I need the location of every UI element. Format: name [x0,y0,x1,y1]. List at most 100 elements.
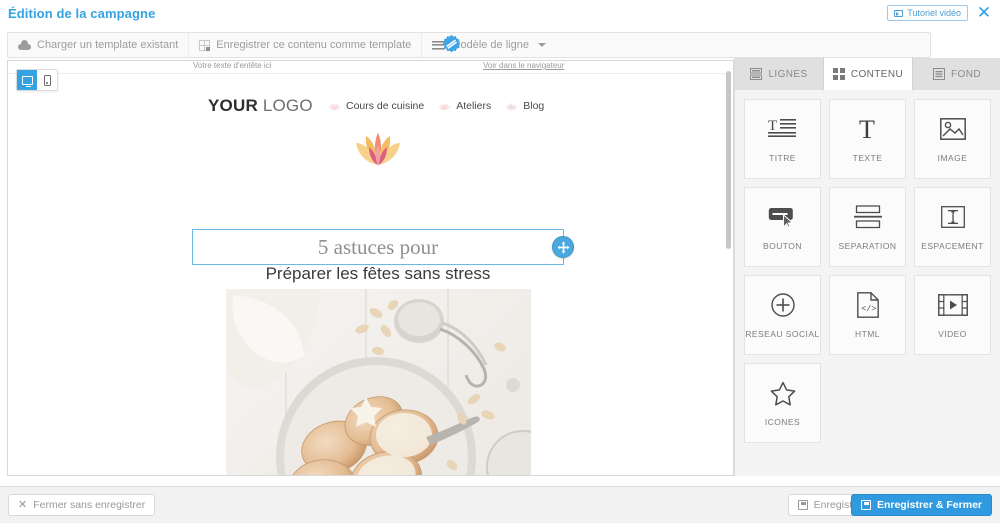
block-titre[interactable]: T TITRE [744,99,821,179]
button-icon [768,202,798,232]
social-icon [770,290,795,320]
close-without-saving-button[interactable]: ✕ Fermer sans enregistrer [8,494,156,516]
block-label: RESEAU SOCIAL [745,329,820,340]
content-panel: LIGNES CONTENU FOND T TITRE T TEXTE IMAG… [734,58,1000,476]
block-video[interactable]: VIDEO [914,275,991,355]
block-label: BOUTON [763,241,802,252]
video-icon [894,9,904,17]
window-header: Édition de la campagne Tutoriel vidéo ✕ [0,0,1000,28]
email-nav: Cours de cuisine Ateliers Blog [328,100,544,112]
selected-heading-block[interactable]: 5 astuces pour [192,229,564,265]
save-as-template-button[interactable]: Enregistrer ce contenu comme template [189,33,421,57]
save-icon [797,500,808,510]
background-icon [933,68,946,80]
mobile-preview-button[interactable] [37,70,57,90]
chevron-down-icon [537,43,546,47]
star-icon [770,378,796,408]
blocks-icon [832,68,845,80]
tab-label: CONTENU [850,68,904,80]
rows-icon [750,68,763,80]
block-texte[interactable]: T TEXTE [829,99,906,179]
block-bouton[interactable]: BOUTON [744,187,821,267]
email-canvas[interactable]: Votre texte d'entête ici Voir dans le na… [7,60,734,476]
block-espacement[interactable]: ESPACEMENT [914,187,991,267]
desktop-preview-button[interactable] [17,70,37,90]
svg-text:T: T [859,116,875,142]
template-grid-icon [199,39,211,51]
tab-fond[interactable]: FOND [913,58,1000,90]
lotus-icon [438,102,451,110]
text-icon: T [855,114,881,144]
lotus-icon [505,102,518,110]
close-without-saving-label: Fermer sans enregistrer [33,499,146,511]
save-icon [860,500,871,510]
block-label: VIDEO [938,329,967,340]
svg-text:T: T [768,118,777,134]
move-arrows-icon [557,241,569,253]
email-content: YOUR LOGO Cours de cuisine Ateliers Blog… [8,74,720,475]
cloud-upload-icon [18,40,31,50]
tab-lignes[interactable]: LIGNES [735,58,824,90]
lotus-logo-icon [344,131,412,172]
view-in-browser-link[interactable]: Voir dans le navigateur [483,61,564,70]
load-template-button[interactable]: Charger un template existant [8,33,188,57]
save-and-close-label: Enregistrer & Fermer [876,499,982,511]
panel-tabs: LIGNES CONTENU FOND [735,58,1000,90]
food-photo [226,289,531,475]
new-feature-badge-icon[interactable] [441,34,462,55]
mobile-icon [43,74,51,86]
block-label: IMAGE [937,153,968,164]
row-model-label: Modèle de ligne [451,39,529,51]
block-label: ICONES [764,417,801,428]
block-drag-handle[interactable] [552,236,574,258]
lotus-icon [328,102,341,110]
canvas-scrollbar[interactable] [726,71,731,249]
block-label: TITRE [769,153,796,164]
video-tutorial-button[interactable]: Tutoriel vidéo [887,5,968,21]
subtitle-text[interactable]: Préparer les fêtes sans stress [192,264,564,284]
editor-toolbar: Charger un template existant Enregistrer… [7,32,931,58]
html-icon: </> [856,290,879,320]
spacer-icon [940,202,965,232]
brand-logo[interactable]: YOUR LOGO [208,96,313,116]
block-reseau-social[interactable]: RESEAU SOCIAL [744,275,821,355]
email-header-row[interactable]: YOUR LOGO Cours de cuisine Ateliers Blog [8,96,720,116]
monitor-icon [21,75,33,87]
block-icones[interactable]: ICONES [744,363,821,443]
footer-bar: ✕ Fermer sans enregistrer Enregistrer En… [0,486,1000,523]
nav-link-blog[interactable]: Blog [505,100,544,112]
block-image[interactable]: IMAGE [914,99,991,179]
block-label: ESPACEMENT [921,241,984,252]
block-separation[interactable]: SEPARATION [829,187,906,267]
preheader-row: Votre texte d'entête ici Voir dans le na… [8,61,733,74]
heading-icon: T [767,114,798,144]
preheader-text[interactable]: Votre texte d'entête ici [193,61,271,70]
block-label: TEXTE [852,153,883,164]
nav-label: Ateliers [456,100,492,112]
block-html[interactable]: </> HTML [829,275,906,355]
heading-text[interactable]: 5 astuces pour [318,235,438,260]
nav-link-ateliers[interactable]: Ateliers [438,100,491,112]
nav-label: Blog [523,100,545,112]
video-tutorial-label: Tutoriel vidéo [907,8,961,18]
tab-label: FOND [951,68,981,80]
nav-label: Cours de cuisine [346,100,425,112]
image-icon [939,114,966,144]
device-preview-toggle [16,69,58,91]
content-blocks-grid: T TITRE T TEXTE IMAGE BOUTON SEPARATION … [744,99,996,443]
campaign-editor-window: Édition de la campagne Tutoriel vidéo ✕ … [0,0,1000,523]
block-label: HTML [855,329,880,340]
svg-text:</>: </> [861,304,876,314]
save-as-template-label: Enregistrer ce contenu comme template [216,39,412,51]
block-label: SEPARATION [838,241,897,252]
nav-link-cours-de-cuisine[interactable]: Cours de cuisine [328,100,424,112]
logo-bold-text: YOUR [208,96,258,115]
hero-image[interactable] [226,289,531,475]
divider-icon [853,202,882,232]
page-title: Édition de la campagne [8,6,156,21]
logo-light-text: LOGO [257,96,313,115]
close-window-button[interactable]: ✕ [975,4,993,22]
save-and-close-button[interactable]: Enregistrer & Fermer [850,494,992,516]
tab-label: LIGNES [768,68,808,80]
tab-contenu[interactable]: CONTENU [824,58,913,90]
